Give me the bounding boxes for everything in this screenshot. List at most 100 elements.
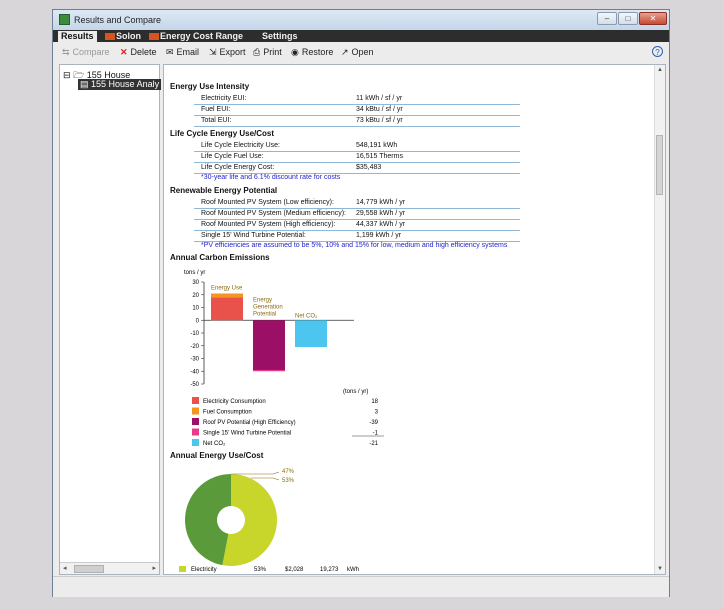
close-button[interactable]: ✕ [639,12,667,25]
table-row: Roof Mounted PV System (Low efficiency):… [194,198,520,209]
tab-solon[interactable]: Solon [102,31,144,42]
email-button[interactable]: ✉ Email [166,47,199,58]
module-tag-icon [149,33,159,41]
restore-button[interactable]: □ [618,12,638,25]
restore-results-button[interactable]: ◉ Restore [291,47,333,58]
menu-bar: Results Solon Energy Cost Range Settings [53,30,669,42]
y-tick-label: 0 [196,318,200,324]
legend-label: Electricity Consumption [203,399,266,405]
legend-value: -39 [369,420,378,426]
window-title: Results and Compare [74,15,162,25]
table-row: Electricity EUI: 11 kWh / sf / yr [194,94,520,105]
tab-settings[interactable]: Settings [259,31,301,42]
y-tick-label: -50 [190,382,199,388]
y-axis-label: tons / yr [184,270,205,276]
table-row: Life Cycle Fuel Use: 16,515 Therms [194,152,520,163]
legend-label: Single 15' Wind Turbine Potential [203,431,291,437]
status-bar [53,576,669,597]
pie-callout: 53% [282,478,295,484]
module-tag-icon [105,33,115,41]
y-tick-label: 10 [192,306,199,312]
section-title-lcc: Life Cycle Energy Use/Cost [170,129,275,138]
delete-icon: ✕ [120,47,128,57]
scroll-down-icon[interactable]: ▼ [657,566,663,572]
callout-line [272,477,280,481]
legend-swatch [179,566,186,572]
app-icon [59,14,70,25]
pie-slice [185,474,231,566]
table-row: Roof Mounted PV System (Medium efficienc… [194,209,520,220]
legend-swatch [192,407,199,415]
y-tick-label: 20 [192,293,199,299]
section-title-eui: Energy Use Intensity [170,82,250,91]
pie-callout: 47% [282,469,295,475]
lcc-footnote: *30-year life and 6.1% discount rate for… [201,174,341,181]
bar-fuel-consumption [211,293,243,298]
scroll-left-icon[interactable]: ◂ [63,564,67,572]
legend-header: (tons / yr) [343,389,368,395]
table-row: Life Cycle Energy Cost: $35,483 [194,163,520,174]
legend-swatch [192,428,199,436]
legend-label: Fuel Consumption [203,410,252,416]
legend-label: Net CO₂ [203,441,226,447]
table-row: Life Cycle Electricity Use: 548,191 kWh [194,141,520,152]
document-icon: ▤ [80,79,89,89]
callout-line [272,471,280,475]
energy-cost-chart: 47% 53% Electricity 53% $2,028 19,273 kWh [179,469,359,573]
legend-swatch [192,418,199,425]
section-title-energy-cost: Annual Energy Use/Cost [170,451,264,460]
y-tick-label: -40 [190,369,199,375]
y-tick-label: -10 [190,331,199,337]
bar-wind-turbine-potential [253,369,285,372]
renewable-footnote: *PV efficiencies are assumed to be 5%, 1… [201,242,508,249]
results-compare-window: Results and Compare – □ ✕ Results Solon … [52,9,670,597]
open-icon: ↗ [341,47,349,57]
project-tree: ⊟ 🗁 155 House ▤ 155 House Analy ◂ ▸ [59,64,162,575]
compare-button[interactable]: ⇆ Compare [62,47,110,58]
y-tick-label: 30 [192,280,199,286]
tree-horizontal-scrollbar[interactable]: ◂ ▸ [60,562,159,574]
table-row: Roof Mounted PV System (High efficiency)… [194,220,520,231]
y-tick-label: -20 [190,344,199,350]
legend-percent: 53% [254,567,267,573]
delete-button[interactable]: ✕ Delete [120,47,157,58]
open-button[interactable]: ↗ Open [341,47,374,58]
scroll-right-icon[interactable]: ▸ [152,564,156,572]
legend-value: -21 [369,441,378,447]
expand-icon[interactable]: ⊟ [63,70,71,80]
bar-label-energy-generation: Generation [253,304,283,310]
table-row: Single 15' Wind Turbine Potential: 1,199 … [194,231,520,242]
minimize-button[interactable]: – [597,12,617,25]
scrollbar-thumb[interactable] [656,135,663,195]
scrollbar-thumb[interactable] [74,565,104,573]
legend-value: 3 [375,410,379,416]
content-vertical-scrollbar[interactable]: ▲ ▼ [654,65,665,574]
section-title-renewable: Renewable Energy Potential [170,186,278,195]
restore-icon: ◉ [291,47,299,57]
compare-icon: ⇆ [62,47,70,57]
legend-label: Electricity [191,567,217,573]
bar-label-energy-generation: Potential [253,311,276,317]
legend-swatch [192,397,199,404]
bar-electricity-consumption [211,297,243,321]
scroll-up-icon[interactable]: ▲ [657,67,663,73]
help-icon[interactable]: ? [652,46,663,57]
carbon-emissions-chart: tons / yr 30 20 10 0 -10 -20 -30 -40 -50 Energy Us… [184,270,384,447]
bar-roof-pv-potential [253,320,285,370]
export-icon: ⇲ [209,47,217,57]
tab-results[interactable]: Results [58,31,97,42]
legend-label: Roof PV Potential (High Efficiency) [203,420,296,426]
legend-amount: 19,273 [320,567,339,573]
print-icon: ⎙ [253,47,261,57]
export-button[interactable]: ⇲ Export [209,47,246,58]
print-button[interactable]: ⎙ Print [253,47,282,58]
toolbar: ⇆ Compare ✕ Delete ✉ Email ⇲ Export ⎙ Print ◉… [53,43,669,63]
tree-item-analysis[interactable]: ▤ 155 House Analy [78,79,162,90]
table-row: Fuel EUI: 34 kBtu / sf / yr [194,105,520,116]
legend-cost: $2,028 [285,567,304,573]
legend-swatch [192,439,199,446]
section-title-carbon: Annual Carbon Emissions [170,253,270,262]
legend-value: 18 [371,399,378,405]
bar-label-energy-use: Energy Use [211,285,243,291]
tab-energy-cost-range[interactable]: Energy Cost Range [146,31,246,42]
